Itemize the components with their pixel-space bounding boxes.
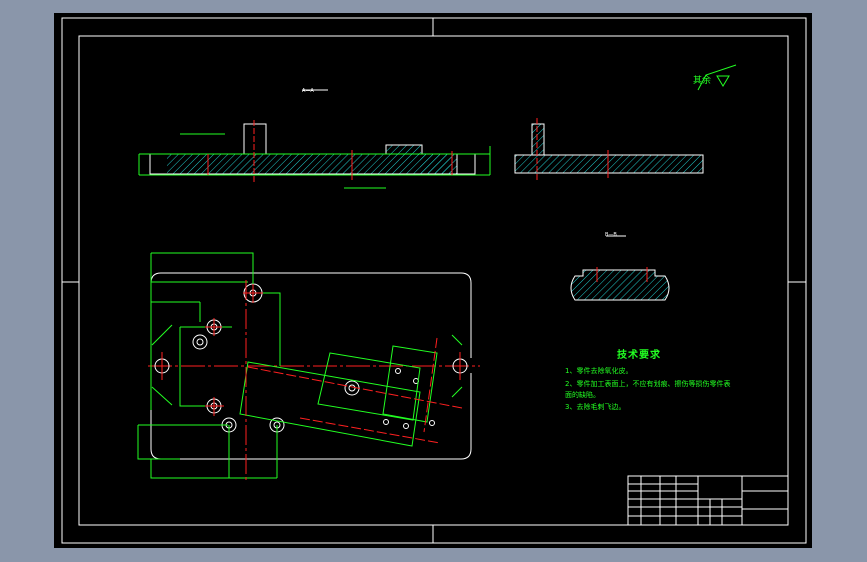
tech-req-item-2-cont: 面的缺陷。: [565, 391, 600, 399]
plan-view: [137, 252, 480, 480]
inner-frame: [78, 35, 789, 526]
section-label-a: A—A: [302, 88, 314, 94]
title-block: [627, 475, 789, 526]
roughness-note: 其余: [693, 76, 712, 86]
section-label-b: B—B: [605, 232, 617, 238]
tech-req-item-3: 3、去除毛刺飞边。: [565, 403, 626, 411]
front-section-view: [138, 89, 491, 189]
tech-req-item-1: 1、零件去除氧化皮。: [565, 367, 633, 375]
centering-marks: [62, 18, 806, 543]
outer-frame: [61, 17, 807, 544]
cad-drawing-canvas[interactable]: A—A B—B 其余 技术要求 1、零件去除氧化皮。 2、零件加工表面上，不应有…: [54, 13, 812, 548]
tech-req-title: 技术要求: [617, 350, 661, 361]
small-section-view: [570, 235, 670, 301]
drawing-sheet: [61, 17, 807, 544]
tech-req-item-2: 2、零件加工表面上，不应有划痕、擦伤等损伤零件表: [565, 380, 731, 388]
